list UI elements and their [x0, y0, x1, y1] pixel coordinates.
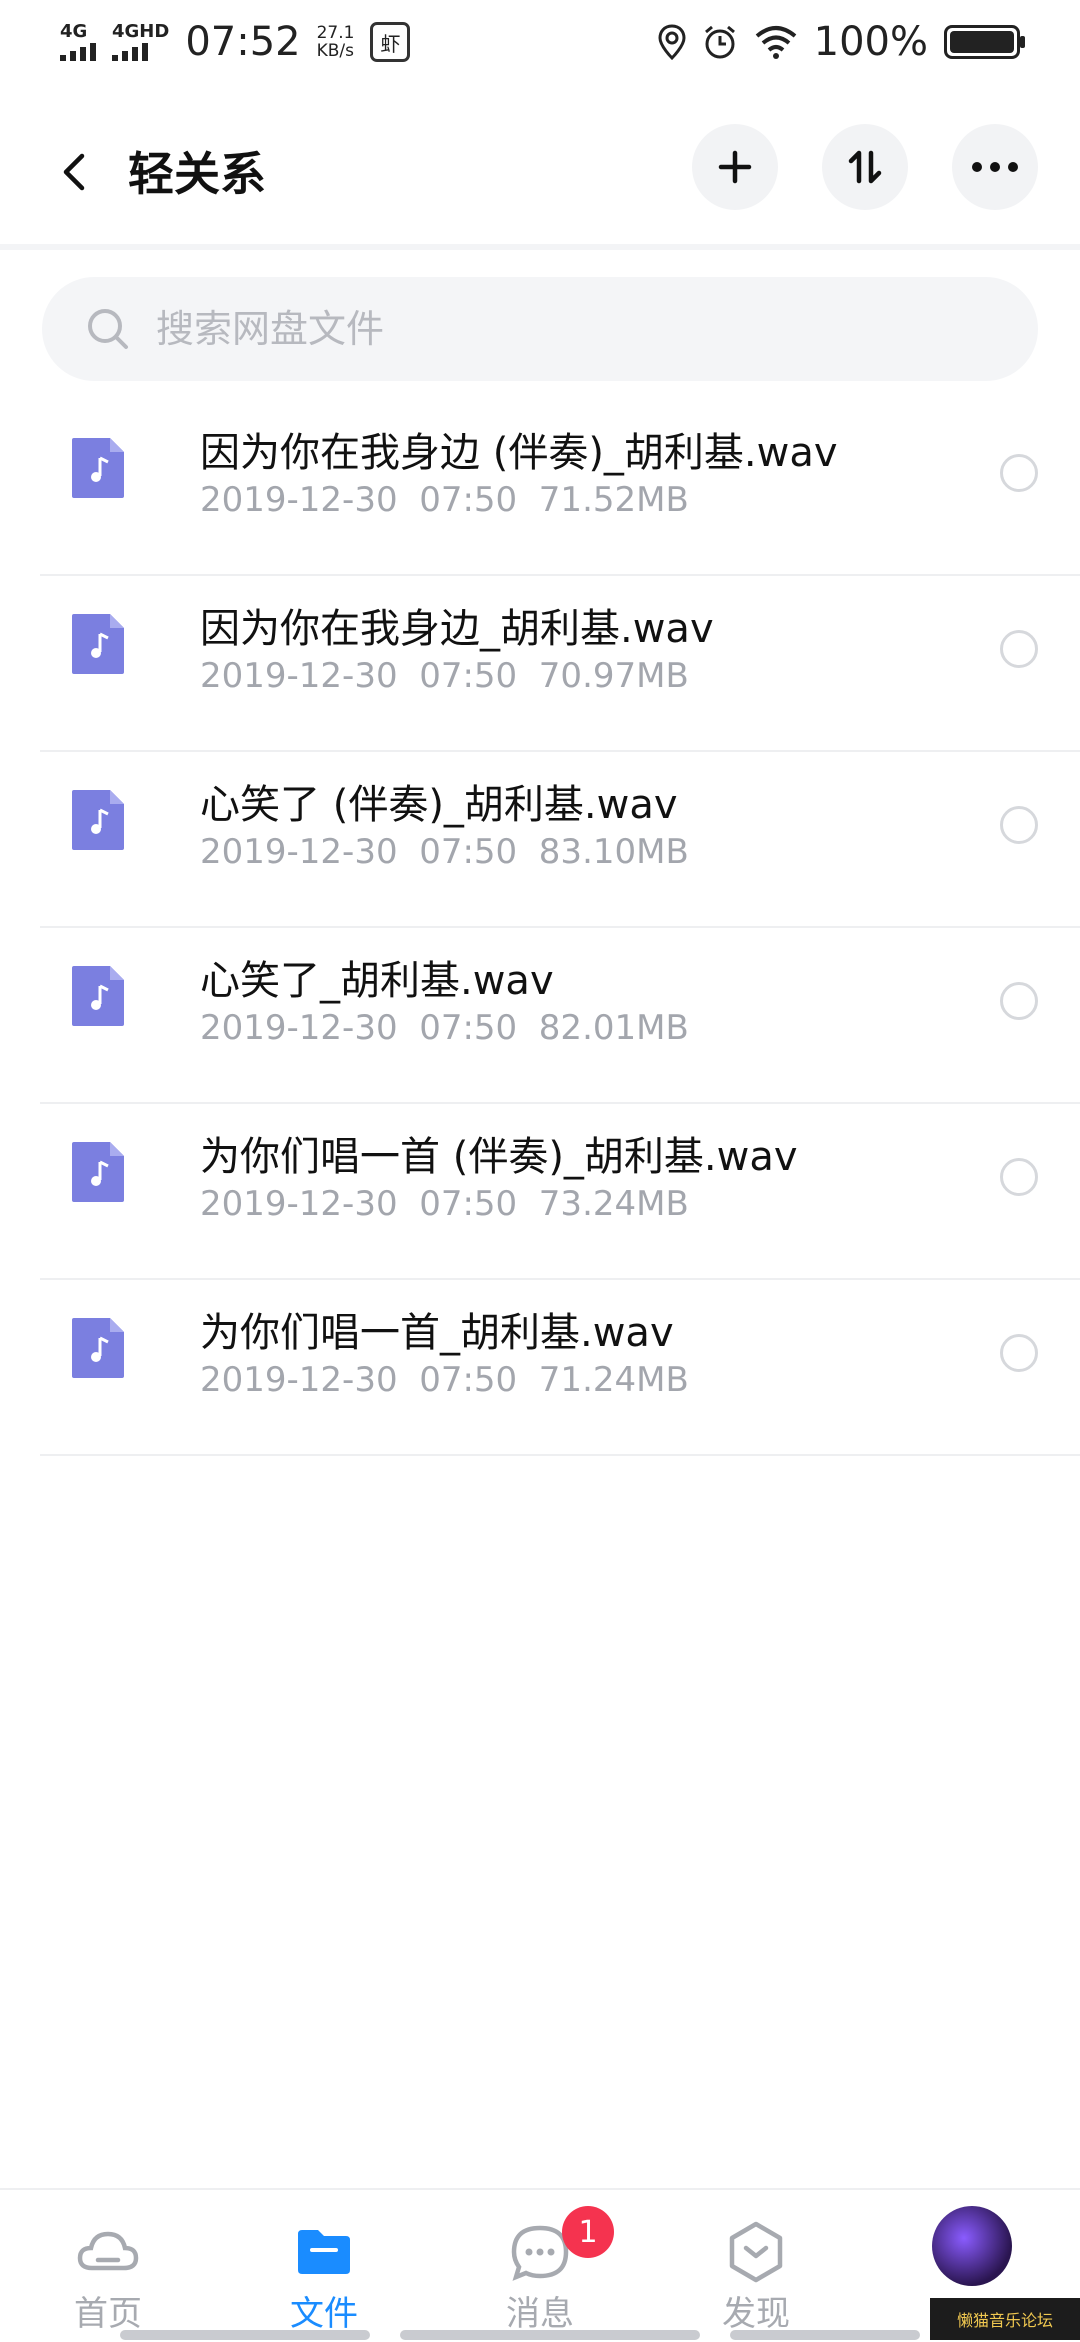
location-icon [658, 24, 686, 60]
watermark: 懒猫音乐论坛 [930, 2298, 1080, 2340]
file-name: 为你们唱一首_胡利基.wav [200, 1310, 674, 1356]
folder-icon [298, 2230, 350, 2274]
tab-messages[interactable]: 1 消息 [432, 2190, 648, 2342]
file-meta: 2019-12-30 07:50 82.01MB [200, 1008, 689, 1048]
list-item[interactable]: 因为你在我身边 (伴奏)_胡利基.wav 2019-12-30 07:50 71… [40, 400, 1080, 576]
battery-percent: 100% [813, 19, 928, 65]
home-indicator [400, 2330, 700, 2340]
search-icon [88, 309, 128, 349]
plus-icon [718, 150, 752, 184]
file-meta: 2019-12-30 07:50 70.97MB [200, 656, 689, 696]
tab-bar: 首页 文件 1 消息 发现 [0, 2188, 1080, 2342]
file-list: 因为你在我身边 (伴奏)_胡利基.wav 2019-12-30 07:50 71… [40, 400, 1080, 1456]
battery-icon [944, 25, 1025, 59]
network-speed: 27.1 KB/s [316, 23, 355, 61]
audio-file-icon [72, 1318, 124, 1378]
header: 轻关系 [0, 110, 1080, 250]
tab-label: 消息 [506, 2294, 574, 2334]
page-title: 轻关系 [128, 147, 266, 201]
notification-app-icon: 虾 [370, 22, 411, 62]
more-icon [972, 162, 1018, 172]
list-item[interactable]: 为你们唱一首_胡利基.wav 2019-12-30 07:50 71.24MB [40, 1280, 1080, 1456]
search-input[interactable] [154, 306, 958, 352]
tab-home[interactable]: 首页 [0, 2190, 216, 2342]
message-badge: 1 [562, 2206, 614, 2258]
tab-discover[interactable]: 发现 [648, 2190, 864, 2342]
select-checkbox[interactable] [1000, 1158, 1038, 1196]
audio-file-icon [72, 438, 124, 498]
back-button[interactable] [56, 152, 96, 192]
file-name: 为你们唱一首 (伴奏)_胡利基.wav [200, 1134, 798, 1180]
tab-files[interactable]: 文件 [216, 2190, 432, 2342]
file-meta: 2019-12-30 07:50 83.10MB [200, 832, 689, 872]
search-bar[interactable] [42, 277, 1038, 381]
tab-label: 首页 [74, 2294, 142, 2334]
file-name: 因为你在我身边 (伴奏)_胡利基.wav [200, 430, 838, 476]
audio-file-icon [72, 790, 124, 850]
wifi-icon [755, 26, 796, 59]
file-name: 因为你在我身边_胡利基.wav [200, 606, 714, 652]
tab-label: 发现 [722, 2294, 790, 2334]
select-checkbox[interactable] [1000, 630, 1038, 668]
list-item[interactable]: 因为你在我身边_胡利基.wav 2019-12-30 07:50 70.97MB [40, 576, 1080, 752]
cloud-icon [77, 2231, 139, 2271]
sort-button[interactable] [822, 124, 908, 210]
discover-icon [729, 2221, 783, 2283]
status-time: 07:52 [185, 19, 301, 65]
file-meta: 2019-12-30 07:50 71.52MB [200, 480, 689, 520]
select-checkbox[interactable] [1000, 806, 1038, 844]
list-item[interactable]: 为你们唱一首 (伴奏)_胡利基.wav 2019-12-30 07:50 73.… [40, 1104, 1080, 1280]
file-meta: 2019-12-30 07:50 73.24MB [200, 1184, 689, 1224]
tab-label: 文件 [290, 2294, 358, 2334]
status-bar: 4G 4GHD 07:52 27.1 KB/s 虾 100% [0, 0, 1080, 84]
network-indicator-2: 4GHD [112, 23, 169, 61]
home-indicator [730, 2330, 920, 2340]
audio-file-icon [72, 1142, 124, 1202]
select-checkbox[interactable] [1000, 454, 1038, 492]
network-indicator-1: 4G [60, 23, 96, 61]
select-checkbox[interactable] [1000, 982, 1038, 1020]
file-name: 心笑了 (伴奏)_胡利基.wav [200, 782, 678, 828]
home-indicator [120, 2330, 370, 2340]
more-button[interactable] [952, 124, 1038, 210]
avatar[interactable] [932, 2206, 1012, 2286]
sort-icon [848, 150, 882, 184]
list-item[interactable]: 心笑了_胡利基.wav 2019-12-30 07:50 82.01MB [40, 928, 1080, 1104]
file-name: 心笑了_胡利基.wav [200, 958, 554, 1004]
alarm-icon [704, 25, 735, 59]
select-checkbox[interactable] [1000, 1334, 1038, 1372]
audio-file-icon [72, 966, 124, 1026]
add-button[interactable] [692, 124, 778, 210]
audio-file-icon [72, 614, 124, 674]
file-meta: 2019-12-30 07:50 71.24MB [200, 1360, 689, 1400]
list-item[interactable]: 心笑了 (伴奏)_胡利基.wav 2019-12-30 07:50 83.10M… [40, 752, 1080, 928]
